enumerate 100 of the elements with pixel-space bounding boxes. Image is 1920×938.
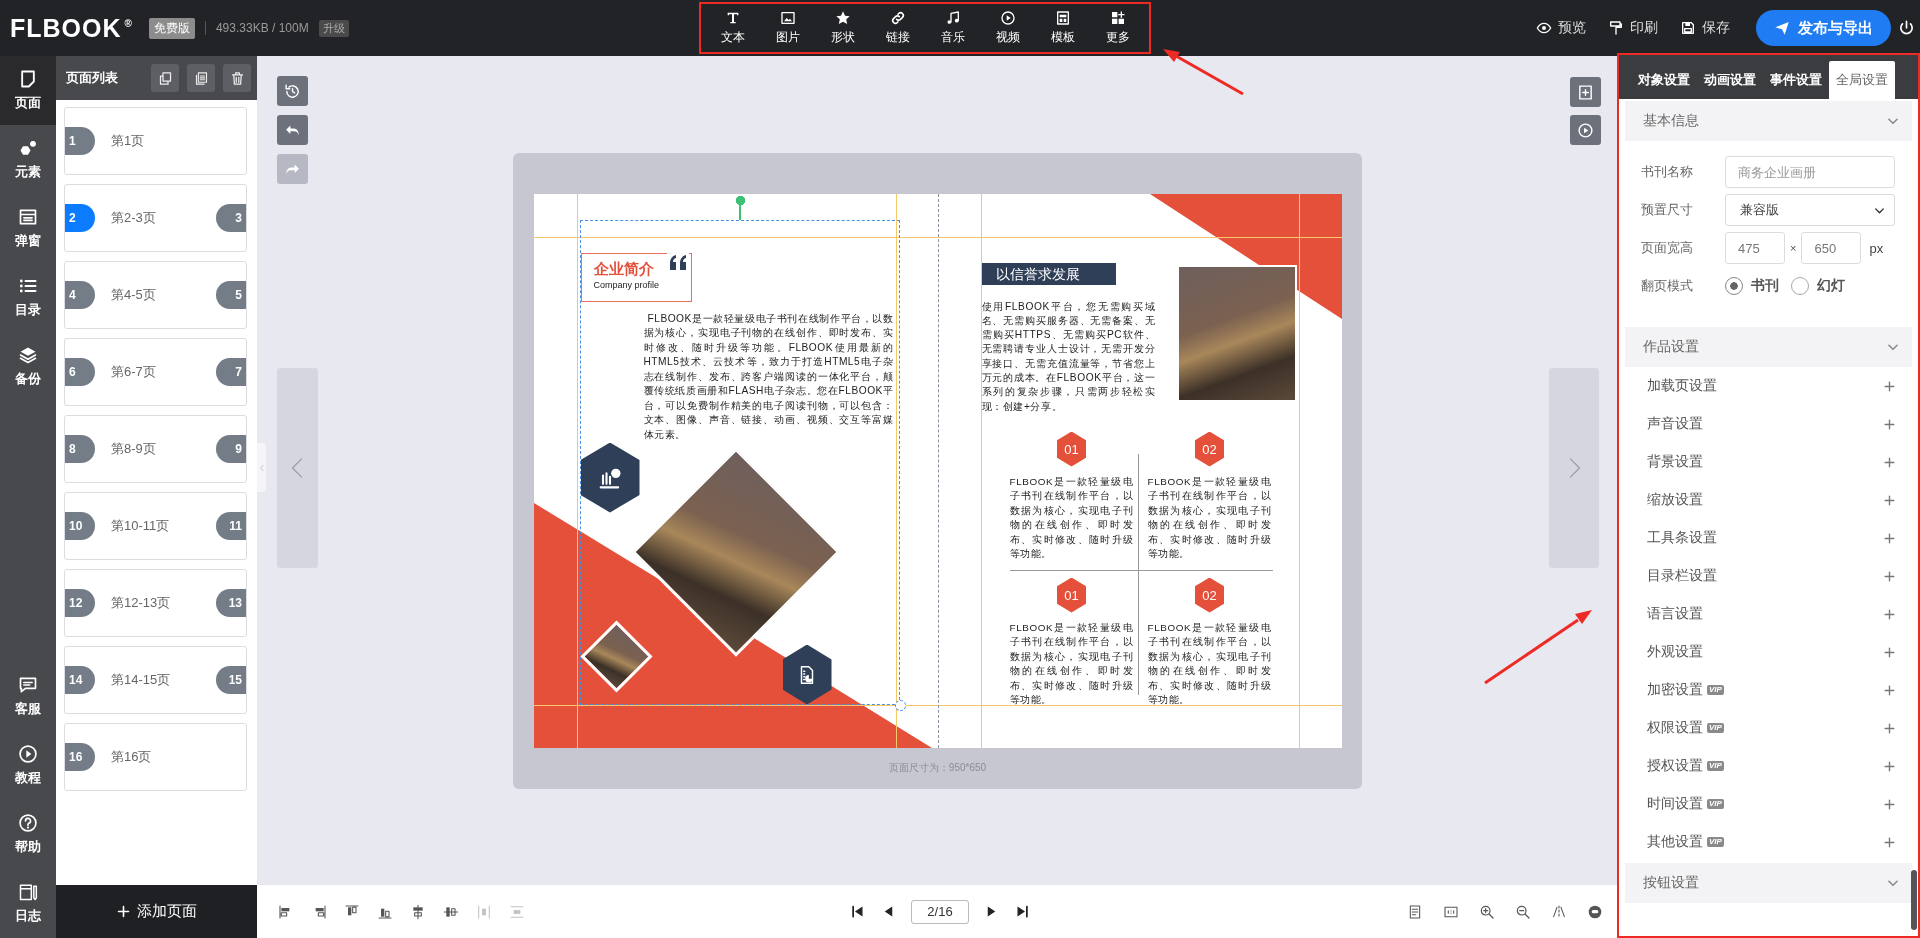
upgrade-link[interactable]: 升级 [318, 19, 349, 37]
setting-item-label[interactable]: 语言设置 [1647, 605, 1703, 623]
insert-tool-button[interactable]: 链接 [870, 10, 925, 46]
feature-text: FLBOOK是一款轻量级电子书刊在线制作平台，以数据为核心，实现电子刊物的在线创作、即时发布、实时修改、随时升级等功能。 [1147, 474, 1272, 561]
header-action-button[interactable]: 保存 [1680, 19, 1730, 37]
insert-tool-button[interactable]: 视频 [980, 10, 1035, 46]
collapse-handle[interactable] [257, 443, 266, 492]
scrollbar-thumb[interactable] [1911, 870, 1917, 930]
setting-item-label[interactable]: 权限设置 [1647, 719, 1703, 737]
plus-icon[interactable] [1883, 797, 1896, 811]
page-card[interactable]: 12 第12-13页 13 [64, 569, 247, 637]
plus-icon[interactable] [1883, 379, 1896, 393]
vip-badge: VIP [1707, 723, 1724, 733]
panel-tab[interactable]: 全局设置 [1829, 61, 1895, 99]
plus-icon[interactable] [1883, 531, 1896, 545]
canvas-tool-button[interactable] [1570, 77, 1601, 107]
setting-item-label[interactable]: 加载页设置 [1647, 377, 1717, 395]
plus-icon[interactable] [1883, 569, 1896, 583]
header-action-button[interactable]: 印刷 [1608, 19, 1658, 37]
plus-icon[interactable] [1883, 683, 1896, 697]
width-field[interactable]: 475 [1725, 232, 1785, 264]
canvas-tool-button[interactable] [1570, 115, 1601, 145]
setting-item-label[interactable]: 工具条设置 [1647, 529, 1717, 547]
rail-item[interactable]: 日志 [0, 869, 56, 938]
plus-icon[interactable] [1883, 455, 1896, 469]
insert-tool-button[interactable]: 更多 [1090, 10, 1145, 46]
insert-tool-button[interactable]: 文本 [705, 10, 760, 46]
rail-item[interactable]: 弹窗 [0, 194, 56, 263]
title-field[interactable]: 商务企业画册 [1725, 156, 1895, 188]
rail-item[interactable]: 备份 [0, 332, 56, 401]
plus-icon[interactable] [1883, 493, 1896, 507]
feature-text: FLBOOK是一款轻量级电子书刊在线制作平台，以数据为核心，实现电子刊物的在线创作、即时发布、实时修改、随时升级等功能。 [1147, 620, 1272, 707]
rail-item[interactable]: 元素 [0, 125, 56, 194]
pager-button[interactable] [849, 903, 866, 920]
page-card[interactable]: 16 第16页 [64, 723, 247, 791]
insert-tool-button[interactable]: 形状 [815, 10, 870, 46]
page-number-tab: 8 [65, 435, 95, 463]
page-action-button[interactable] [151, 64, 179, 92]
canvas-tool-button[interactable] [277, 76, 308, 106]
page-label: 第12-13页 [111, 594, 171, 612]
page-number-field[interactable]: 2/16 [911, 899, 969, 924]
canvas-tool-button[interactable] [277, 115, 308, 145]
page-card[interactable]: 10 第10-11页 11 [64, 492, 247, 560]
panel-tab[interactable]: 事件设置 [1763, 61, 1829, 99]
radio-circle[interactable] [1725, 277, 1743, 295]
notebook-pen-icon [18, 882, 38, 902]
radio-option[interactable]: 书刊 [1725, 277, 1779, 295]
size-dropdown[interactable]: 兼容版 [1725, 194, 1895, 226]
page-list-title: 页面列表 [66, 69, 118, 87]
view-button[interactable] [1478, 903, 1495, 920]
setting-item-label[interactable]: 声音设置 [1647, 415, 1703, 433]
plus-icon[interactable] [1883, 759, 1896, 773]
radio-option[interactable]: 幻灯 [1791, 277, 1845, 295]
rail-item[interactable]: 教程 [0, 731, 56, 800]
logo: FLBOOK$^{®}$ [10, 13, 133, 43]
plus-icon[interactable] [1883, 721, 1896, 735]
section-header[interactable]: 基本信息 [1625, 101, 1912, 141]
height-field[interactable]: 650 [1801, 232, 1862, 264]
resize-handle[interactable] [894, 699, 906, 711]
view-button[interactable] [1514, 903, 1531, 920]
rail-item[interactable]: 页面 [0, 56, 56, 125]
header-action-button[interactable]: 预览 [1536, 19, 1586, 37]
page-card[interactable]: 8 第8-9页 9 [64, 415, 247, 483]
page-card[interactable]: 6 第6-7页 7 [64, 338, 247, 406]
publish-button[interactable]: 发布与导出 [1756, 10, 1891, 46]
setting-item-label[interactable]: 加密设置 [1647, 681, 1703, 699]
page-label: 第16页 [111, 748, 152, 766]
plus-icon[interactable] [1883, 835, 1896, 849]
setting-item-label[interactable]: 时间设置 [1647, 795, 1703, 813]
rail-item[interactable]: 目录 [0, 263, 56, 332]
section-header[interactable]: 按钮设置 [1625, 863, 1912, 903]
page-number-tab: 7 [216, 358, 246, 386]
setting-item-label[interactable]: 目录栏设置 [1647, 567, 1717, 585]
setting-item-label[interactable]: 授权设置 [1647, 757, 1703, 775]
panel-tab[interactable]: 动画设置 [1697, 61, 1763, 99]
history-icon [284, 82, 301, 100]
view-button[interactable] [1550, 903, 1567, 920]
page-number-tab: 16 [65, 743, 95, 771]
setting-item-label[interactable]: 外观设置 [1647, 643, 1703, 661]
page-action-button[interactable] [187, 64, 215, 92]
page-card[interactable]: 1 第1页 [64, 107, 247, 175]
insert-tool-button[interactable]: 模板 [1035, 10, 1090, 46]
add-page-button[interactable]: 添加页面 [56, 885, 257, 938]
setting-item-label[interactable]: 缩放设置 [1647, 491, 1703, 509]
plus-icon[interactable] [1883, 607, 1896, 621]
page-card[interactable]: 4 第4-5页 5 [64, 261, 247, 329]
selection-box[interactable] [579, 219, 900, 705]
section-header[interactable]: 作品设置 [1625, 327, 1912, 367]
plus-icon[interactable] [1883, 645, 1896, 659]
page-card[interactable]: 14 第14-15页 15 [64, 646, 247, 714]
setting-item-label[interactable]: 背景设置 [1647, 453, 1703, 471]
rail-item[interactable]: 帮助 [0, 800, 56, 869]
insert-tool-button[interactable]: 图片 [760, 10, 815, 46]
panel-tab[interactable]: 对象设置 [1631, 61, 1697, 99]
rail-item[interactable]: 客服 [0, 662, 56, 731]
page-action-button[interactable] [223, 64, 251, 92]
plus-icon[interactable] [1883, 417, 1896, 431]
setting-item-label[interactable]: 其他设置 [1647, 833, 1703, 851]
insert-tool-button[interactable]: 音乐 [925, 10, 980, 46]
page-card[interactable]: 2 第2-3页 3 [64, 184, 247, 252]
